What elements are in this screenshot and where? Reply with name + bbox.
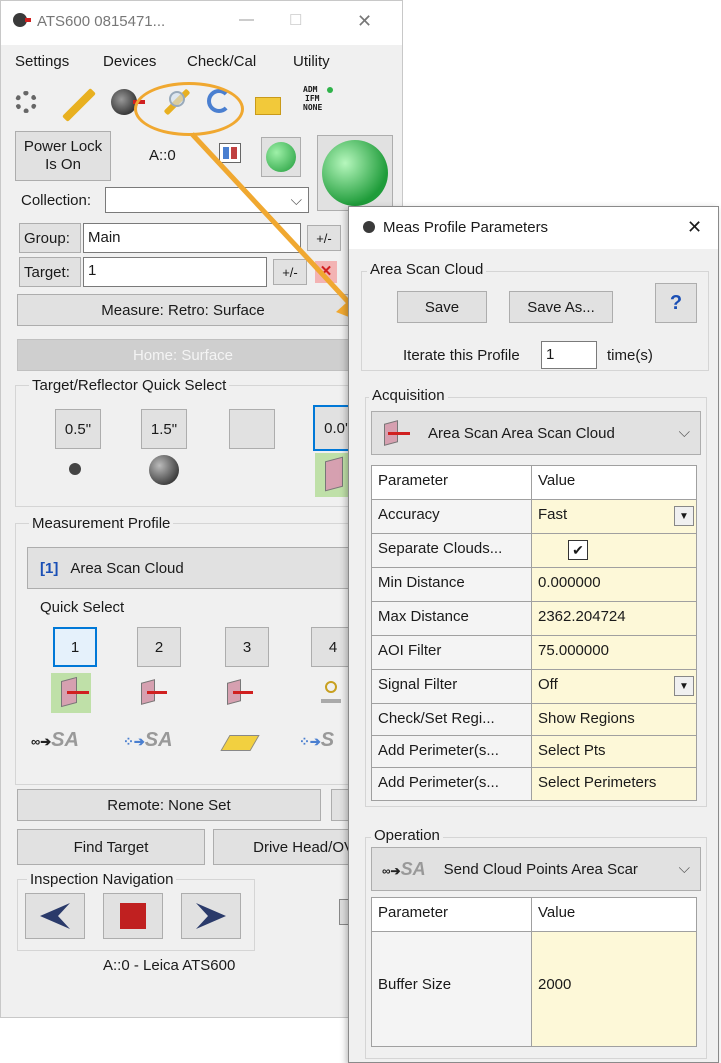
iterate-label: Iterate this Profile (403, 347, 520, 364)
acquisition-title: Acquisition (369, 387, 448, 404)
checkbox-icon[interactable]: ✔ (568, 540, 588, 560)
operation-parameter-grid: Parameter Value Buffer Size 2000 (371, 897, 697, 1047)
send-cloud-icon: ∞➔SA (382, 858, 426, 879)
chevron-down-icon: ⌵ (678, 860, 690, 877)
param-name: Min Distance (372, 568, 532, 602)
chevron-down-icon: ⌵ (678, 424, 690, 441)
param-value-action[interactable]: Show Regions (532, 704, 696, 736)
area-scan-icon (380, 420, 410, 448)
param-name: Separate Clouds... (372, 534, 532, 568)
param-value[interactable]: 0.000000 (532, 568, 696, 602)
param-value-dropdown[interactable]: Fast ▼ (532, 500, 696, 534)
param-name: Check/Set Regi... (372, 704, 532, 736)
area-scan-cloud-title: Area Scan Cloud (367, 261, 487, 278)
dropdown-arrow-icon[interactable]: ▼ (674, 506, 694, 526)
meas-profile-dialog: Meas Profile Parameters ✕ Area Scan Clou… (348, 206, 719, 1063)
param-value[interactable]: 75.000000 (532, 636, 696, 670)
param-name: Signal Filter (372, 670, 532, 704)
acquisition-select[interactable]: Area Scan Area Scan Cloud ⌵ (371, 411, 701, 455)
operation-select[interactable]: ∞➔SA Send Cloud Points Area Scar ⌵ (371, 847, 701, 891)
param-value[interactable]: 2362.204724 (532, 602, 696, 636)
dropdown-arrow-icon[interactable]: ▼ (674, 676, 694, 696)
operation-value: Send Cloud Points Area Scar (443, 860, 638, 878)
param-name: Add Perimeter(s... (372, 736, 532, 768)
dialog-close-button[interactable]: ✕ (687, 217, 702, 238)
param-name: Add Perimeter(s... (372, 768, 532, 800)
help-button[interactable]: ? (655, 283, 697, 323)
iterate-input[interactable]: 1 (541, 341, 597, 369)
dialog-title: Meas Profile Parameters (383, 219, 549, 236)
iterate-unit: time(s) (607, 347, 653, 364)
save-button[interactable]: Save (397, 291, 487, 323)
op-param-value[interactable]: 2000 (532, 932, 696, 1046)
acquisition-parameter-grid: Parameter Value Accuracy Fast ▼ Separate… (371, 465, 697, 801)
op-value-header: Value (532, 898, 696, 932)
param-header: Parameter (372, 466, 532, 500)
param-name: Max Distance (372, 602, 532, 636)
param-value-action[interactable]: Select Perimeters (532, 768, 696, 800)
param-value-action[interactable]: Select Pts (532, 736, 696, 768)
param-value-dropdown[interactable]: Off ▼ (532, 670, 696, 704)
save-as-button[interactable]: Save As... (509, 291, 613, 323)
acquisition-value: Area Scan Area Scan Cloud (428, 424, 615, 442)
op-param-header: Parameter (372, 898, 532, 932)
param-name: AOI Filter (372, 636, 532, 670)
op-param-name: Buffer Size (372, 932, 532, 1046)
dialog-title-bar: Meas Profile Parameters ✕ (349, 207, 718, 249)
operation-title: Operation (371, 827, 443, 844)
dialog-app-icon (363, 221, 375, 233)
value-header: Value (532, 466, 696, 500)
param-value-checkbox[interactable]: ✔ (532, 534, 696, 568)
param-name: Accuracy (372, 500, 532, 534)
